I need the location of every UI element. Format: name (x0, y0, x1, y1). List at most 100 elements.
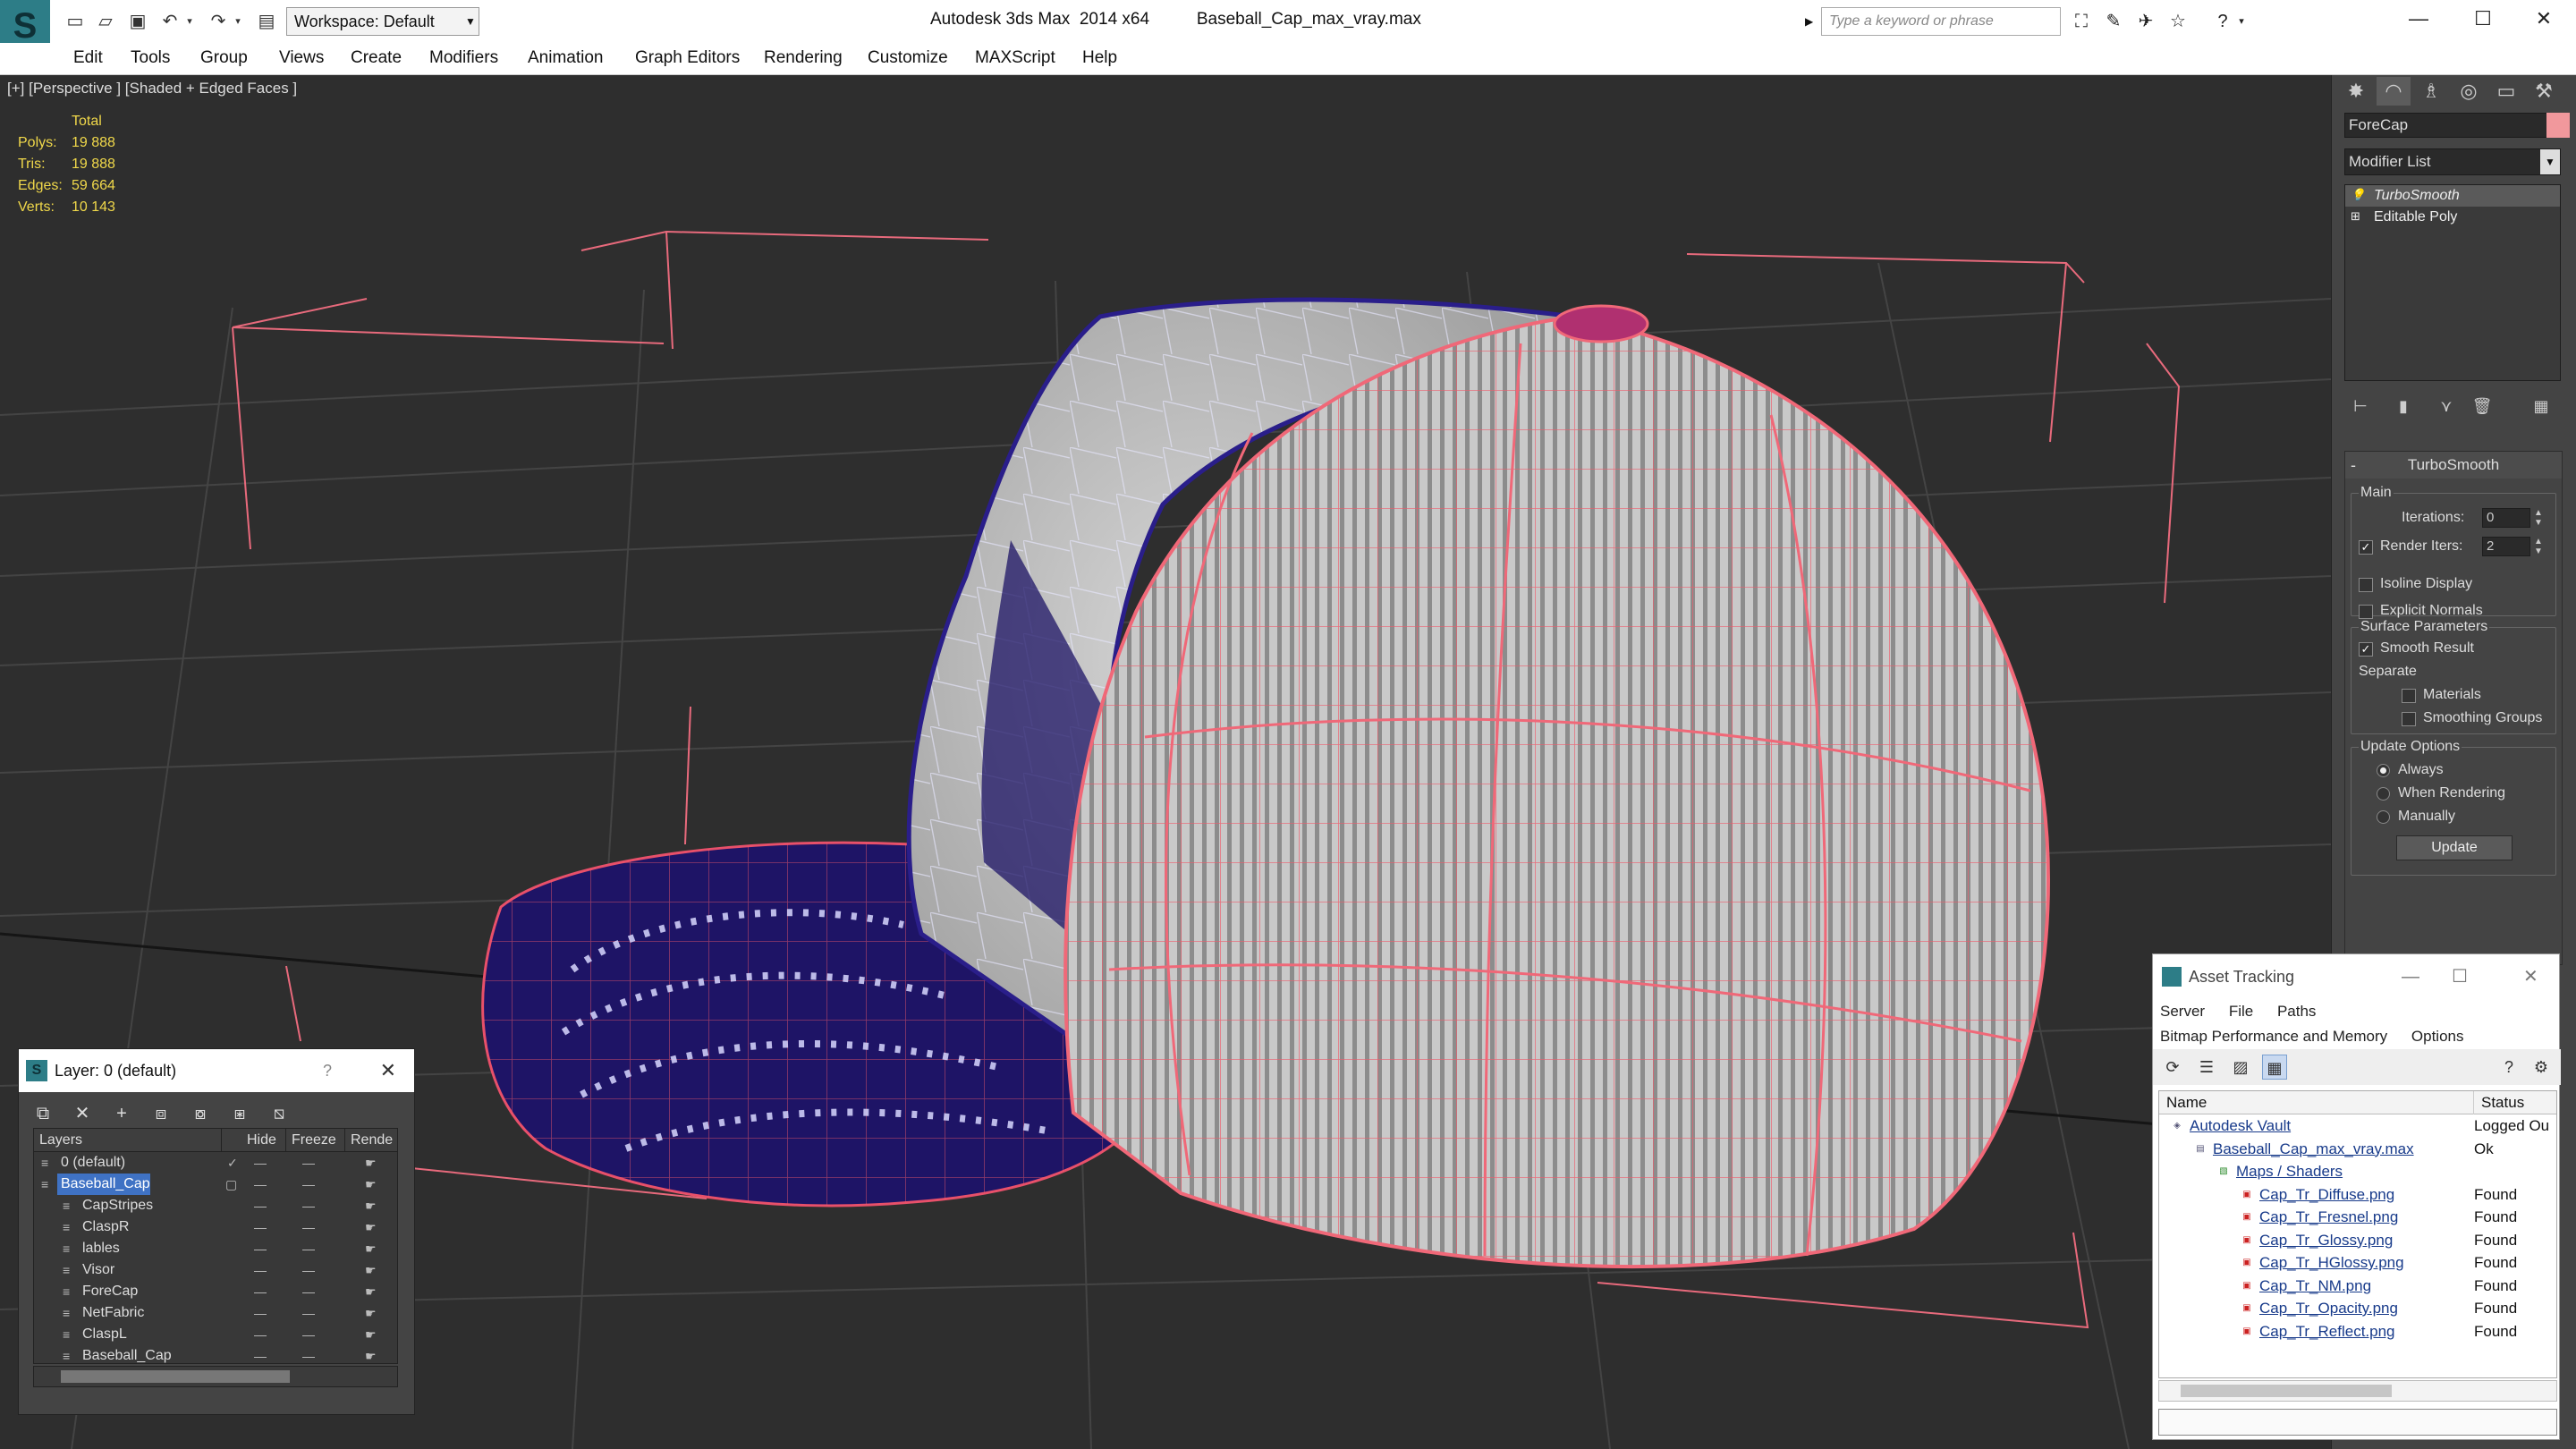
hide-toggle[interactable]: — (254, 1174, 267, 1195)
utilities-tab-icon[interactable]: ⚒ (2527, 77, 2561, 106)
asset-row[interactable]: ▣ Cap_Tr_Opacity.png Found (2159, 1297, 2556, 1320)
asset-name[interactable]: Maps / Shaders (2236, 1160, 2343, 1182)
render-toggle-icon[interactable]: ☛ (365, 1281, 377, 1302)
render-toggle-icon[interactable]: ☛ (365, 1152, 377, 1174)
expand-plus-icon[interactable]: ⊞ (2351, 210, 2363, 223)
layer-name[interactable]: ForeCap (79, 1281, 138, 1302)
smoothing-groups-checkbox[interactable] (2402, 712, 2416, 726)
hide-toggle[interactable]: — (254, 1345, 267, 1363)
render-toggle-icon[interactable]: ☛ (365, 1302, 377, 1324)
select-layer-icon[interactable]: ⧇ (185, 1099, 216, 1128)
new-file-icon[interactable]: ▭ (63, 9, 88, 34)
menu-rendering[interactable]: Rendering (764, 43, 843, 73)
explicit-normals-checkbox[interactable] (2359, 605, 2373, 619)
stack-item-editable-poly[interactable]: ⊞ Editable Poly (2345, 207, 2560, 228)
menu-modifiers[interactable]: Modifiers (429, 43, 498, 73)
close-button[interactable]: ✕ (2523, 954, 2538, 999)
add-to-layer-icon[interactable]: + (106, 1099, 137, 1128)
object-color-swatch[interactable] (2546, 113, 2570, 138)
motion-tab-icon[interactable]: ◎ (2452, 77, 2486, 106)
delete-layer-icon[interactable]: ✕ (67, 1099, 97, 1128)
asset-row[interactable]: ▣ Cap_Tr_NM.png Found (2159, 1274, 2556, 1298)
menu-help[interactable]: Help (1082, 43, 1117, 73)
layer-row[interactable]: ≡ 0 (default) — — ☛ ✓ (34, 1152, 397, 1174)
minimize-button[interactable]: — (2402, 954, 2419, 999)
maximize-button[interactable]: ☐ (2451, 0, 2515, 39)
layer-window-titlebar[interactable]: S Layer: 0 (default) ? ✕ (19, 1049, 414, 1092)
column-hide[interactable]: Hide (242, 1129, 286, 1152)
help-dropdown-icon[interactable]: ▾ (2234, 9, 2249, 34)
configure-modifier-sets-icon[interactable]: ▦ (2529, 394, 2554, 419)
menu-maxscript[interactable]: MAXScript (975, 43, 1055, 73)
spinner-arrows-icon[interactable]: ▲ ▼ (2532, 537, 2545, 556)
asset-name[interactable]: Cap_Tr_Reflect.png (2259, 1320, 2395, 1343)
layer-name[interactable]: 0 (default) (57, 1152, 125, 1174)
workspace-select[interactable]: Workspace: Default (286, 7, 479, 36)
list-view-icon[interactable]: ☰ (2194, 1055, 2219, 1080)
create-layer-icon[interactable]: ⧉ (28, 1099, 58, 1128)
refresh-icon[interactable]: ⟳ (2160, 1055, 2185, 1080)
stack-item-turbosmooth[interactable]: 💡 TurboSmooth (2345, 185, 2560, 207)
help-icon[interactable]: ? (2209, 9, 2236, 34)
redo-icon[interactable]: ↷ (206, 9, 231, 34)
help-icon[interactable]: ? (323, 1049, 332, 1092)
layer-row[interactable]: ≡ Baseball_Cap — — ☛ (34, 1345, 397, 1363)
chevron-down-icon[interactable]: ▼ (2540, 149, 2560, 174)
display-tab-icon[interactable]: ▭ (2489, 77, 2523, 106)
save-file-icon[interactable]: ▣ (125, 9, 150, 34)
make-unique-icon[interactable]: ⋎ (2434, 394, 2459, 419)
freeze-toggle[interactable]: — (302, 1216, 315, 1238)
layer-name[interactable]: ClaspR (79, 1216, 129, 1238)
show-end-result-icon[interactable]: ▮ (2391, 394, 2416, 419)
column-name[interactable]: Name (2159, 1091, 2474, 1114)
layer-name[interactable]: CapStripes (79, 1195, 153, 1216)
asset-row[interactable]: ▣ Cap_Tr_Glossy.png Found (2159, 1228, 2556, 1252)
freeze-toggle[interactable]: — (302, 1281, 315, 1302)
modifier-list-select[interactable]: Modifier List ▼ (2344, 148, 2561, 175)
layer-row[interactable]: ≡ ClaspL — — ☛ (34, 1324, 397, 1345)
scrollbar-thumb[interactable] (2181, 1385, 2392, 1397)
settings-icon[interactable]: ⚙ (2529, 1055, 2554, 1080)
layer-name[interactable]: Baseball_Cap (79, 1345, 172, 1363)
binoculars-icon[interactable]: ⛶ (2068, 9, 2095, 34)
redo-dropdown-icon[interactable]: ▾ (231, 9, 245, 34)
render-toggle-icon[interactable]: ☛ (365, 1324, 377, 1345)
layer-row[interactable]: ≡ lables — — ☛ (34, 1238, 397, 1259)
hide-toggle[interactable]: — (254, 1324, 267, 1345)
maximize-button[interactable]: ☐ (2452, 954, 2468, 999)
asset-row[interactable]: ▣ Cap_Tr_HGlossy.png Found (2159, 1251, 2556, 1275)
asset-row[interactable]: ▧ Maps / Shaders (2159, 1160, 2556, 1183)
freeze-toggle[interactable]: — (302, 1259, 315, 1281)
render-iters-spinner[interactable]: 2 (2482, 537, 2530, 556)
column-status[interactable]: Status (2474, 1091, 2556, 1114)
menu-group[interactable]: Group (200, 43, 248, 73)
layer-name[interactable]: ClaspL (79, 1324, 127, 1345)
minimize-button[interactable]: — (2386, 0, 2451, 39)
collapse-icon[interactable]: - (2351, 452, 2356, 479)
menu-file[interactable]: File (2229, 1003, 2253, 1020)
always-radio[interactable] (2377, 764, 2390, 777)
column-freeze[interactable]: Freeze (286, 1129, 345, 1152)
asset-row[interactable]: ▤ Baseball_Cap_max_vray.max Ok (2159, 1137, 2556, 1161)
select-objects-icon[interactable]: ⧈ (146, 1099, 176, 1128)
asset-row[interactable]: ◈ Autodesk Vault Logged Ou (2159, 1114, 2556, 1138)
asset-name[interactable]: Autodesk Vault (2190, 1114, 2291, 1137)
hide-toggle[interactable]: — (254, 1281, 267, 1302)
layer-name[interactable]: Baseball_Cap (57, 1174, 150, 1195)
menu-views[interactable]: Views (279, 43, 324, 73)
undo-icon[interactable]: ↶ (157, 9, 182, 34)
asset-name[interactable]: Cap_Tr_Fresnel.png (2259, 1206, 2398, 1228)
asset-name[interactable]: Cap_Tr_NM.png (2259, 1275, 2371, 1297)
hide-toggle[interactable]: — (254, 1238, 267, 1259)
table-view-icon[interactable]: ▦ (2262, 1055, 2287, 1080)
render-toggle-icon[interactable]: ☛ (365, 1259, 377, 1281)
asset-path-field[interactable] (2158, 1409, 2557, 1436)
menu-tools[interactable]: Tools (131, 43, 170, 73)
asset-name[interactable]: Cap_Tr_Glossy.png (2259, 1229, 2393, 1251)
manually-radio[interactable] (2377, 810, 2390, 824)
render-toggle-icon[interactable]: ☛ (365, 1195, 377, 1216)
freeze-toggle[interactable]: — (302, 1195, 315, 1216)
freeze-all-icon[interactable]: ⧅ (264, 1099, 294, 1128)
favorites-star-icon[interactable]: ☆ (2165, 9, 2191, 34)
render-iters-checkbox[interactable]: ✓ (2359, 540, 2373, 555)
